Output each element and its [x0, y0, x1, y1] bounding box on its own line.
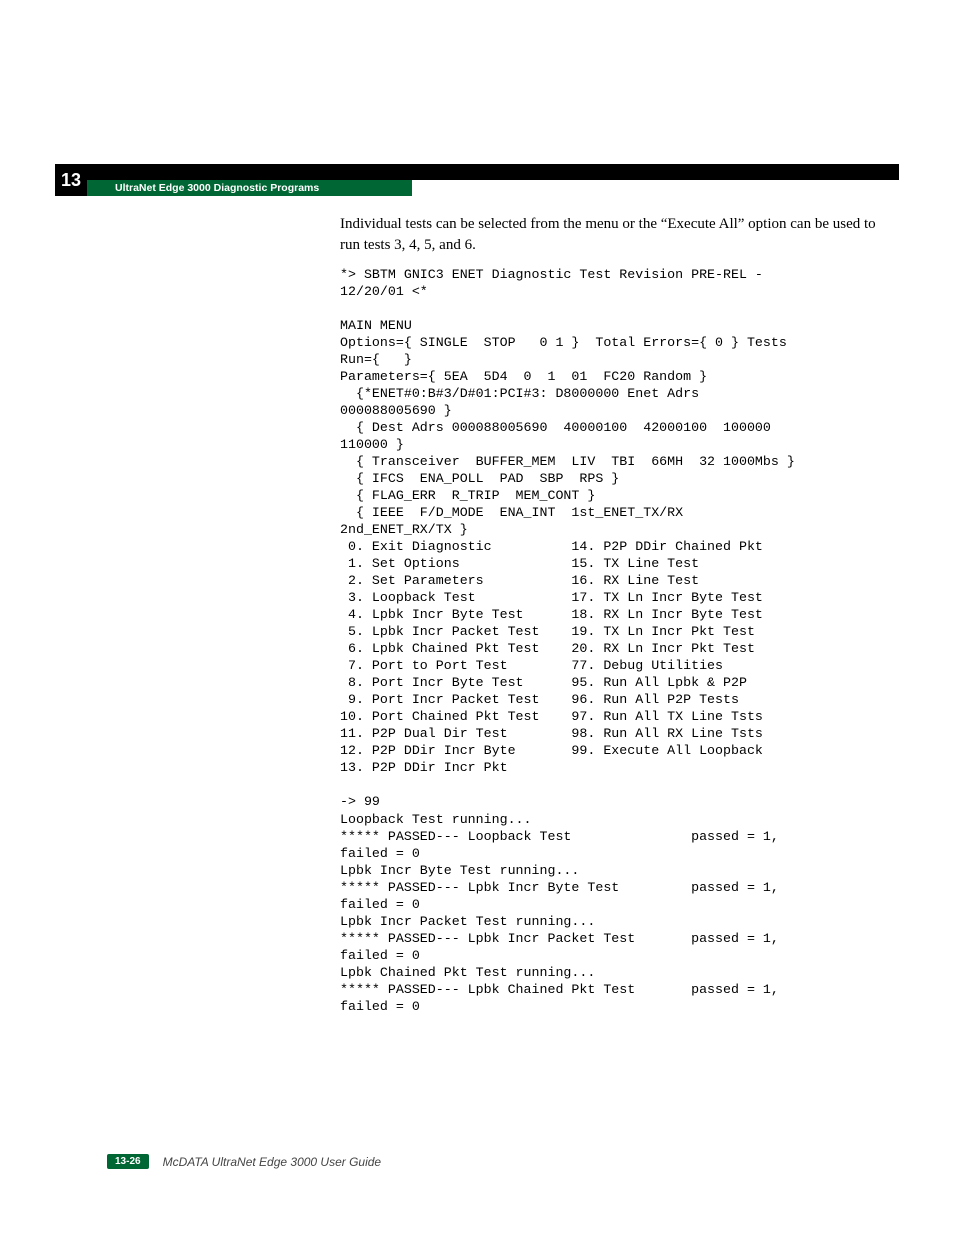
header-section-title: UltraNet Edge 3000 Diagnostic Programs — [87, 180, 412, 196]
page-footer: 13-26 McDATA UltraNet Edge 3000 User Gui… — [107, 1154, 381, 1169]
page-number-badge: 13-26 — [107, 1154, 149, 1169]
intro-paragraph: Individual tests can be selected from th… — [340, 214, 880, 256]
header-black-strip — [87, 164, 899, 180]
terminal-output: *> SBTM GNIC3 ENET Diagnostic Test Revis… — [340, 266, 880, 1015]
chapter-tab: 13 — [55, 164, 87, 196]
footer-book-title: McDATA UltraNet Edge 3000 User Guide — [163, 1155, 382, 1169]
